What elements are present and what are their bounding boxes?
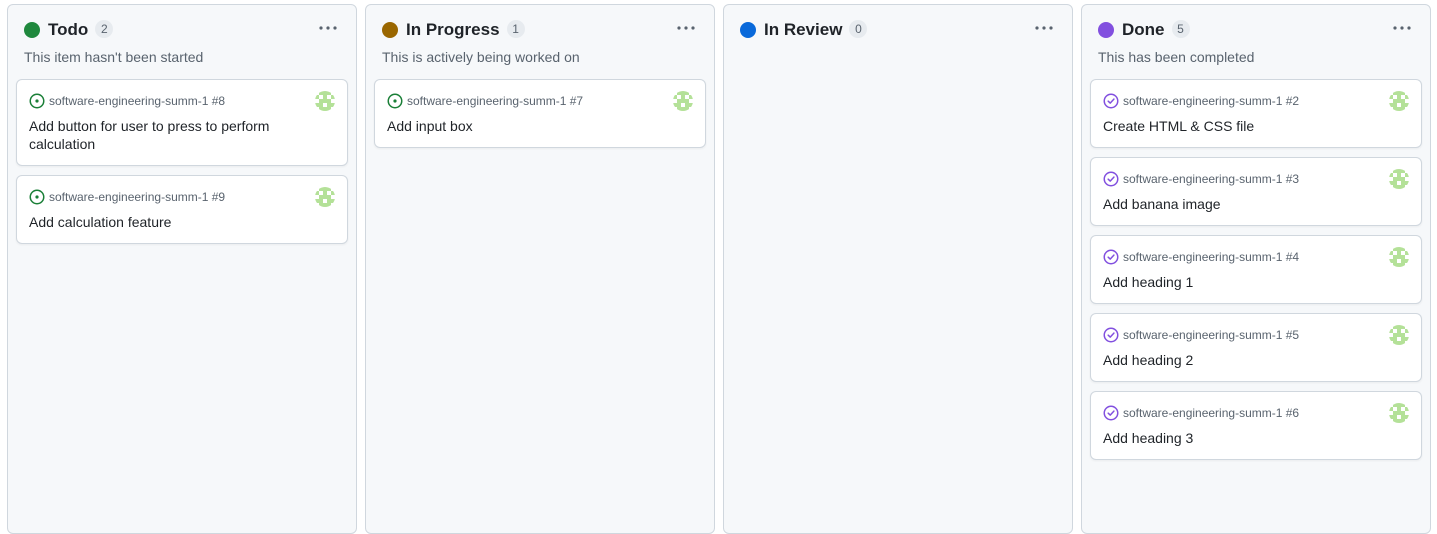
issue-open-icon <box>29 93 45 109</box>
count-badge: 5 <box>1171 20 1190 38</box>
repo-reference[interactable]: software-engineering-summ-1 #8 <box>49 93 225 109</box>
more-options-button[interactable] <box>1032 21 1056 41</box>
repo-reference[interactable]: software-engineering-summ-1 #5 <box>1123 327 1299 343</box>
issue-card[interactable]: software-engineering-summ-1 #8 Add butto… <box>16 79 348 166</box>
repo-reference[interactable]: software-engineering-summ-1 #6 <box>1123 405 1299 421</box>
card-title[interactable]: Add input box <box>387 117 665 135</box>
repo-reference[interactable]: software-engineering-summ-1 #4 <box>1123 249 1299 265</box>
assignee-avatar[interactable] <box>1389 325 1409 345</box>
assignee-avatar[interactable] <box>673 91 693 111</box>
card-title[interactable]: Add button for user to press to perform … <box>29 117 307 153</box>
issue-closed-icon <box>1103 171 1119 187</box>
more-options-button[interactable] <box>1390 21 1414 41</box>
issue-closed-icon <box>1103 249 1119 265</box>
kebab-horizontal-icon <box>677 26 695 30</box>
column-header: Todo 2 This item hasn't been started <box>8 5 356 75</box>
kebab-horizontal-icon <box>1393 26 1411 30</box>
issue-closed-icon <box>1103 405 1119 421</box>
project-board: Todo 2 This item hasn't been started soft… <box>0 0 1437 534</box>
status-dot <box>382 22 398 38</box>
more-options-button[interactable] <box>674 21 698 41</box>
identicon-avatar-icon <box>1389 247 1409 267</box>
column-title: Todo 2 <box>48 19 114 41</box>
card-meta: software-engineering-summ-1 #7 <box>387 92 665 110</box>
identicon-avatar-icon <box>673 91 693 111</box>
identicon-avatar-icon <box>315 187 335 207</box>
identicon-avatar-icon <box>1389 325 1409 345</box>
issue-closed-icon <box>1103 327 1119 343</box>
column-header: Done 5 This has been completed <box>1082 5 1430 75</box>
card-title[interactable]: Add heading 2 <box>1103 351 1381 369</box>
column-in-review: In Review 0 <box>723 4 1073 534</box>
status-dot <box>24 22 40 38</box>
assignee-avatar[interactable] <box>1389 91 1409 111</box>
card-meta: software-engineering-summ-1 #3 <box>1103 170 1381 188</box>
column-title: Done 5 <box>1122 19 1190 41</box>
count-badge: 1 <box>506 20 525 38</box>
card-title[interactable]: Add heading 3 <box>1103 429 1381 447</box>
status-dot <box>740 22 756 38</box>
column-header: In Progress 1 This is actively being work… <box>366 5 714 75</box>
card-meta: software-engineering-summ-1 #8 <box>29 92 307 110</box>
more-options-button[interactable] <box>316 21 340 41</box>
card-meta: software-engineering-summ-1 #4 <box>1103 248 1381 266</box>
card-title[interactable]: Add calculation feature <box>29 213 307 231</box>
issue-card[interactable]: software-engineering-summ-1 #7 Add input… <box>374 79 706 148</box>
column-todo: Todo 2 This item hasn't been started soft… <box>7 4 357 534</box>
issue-card[interactable]: software-engineering-summ-1 #9 Add calcu… <box>16 175 348 244</box>
column-title: In Progress 1 <box>406 19 525 41</box>
issue-card[interactable]: software-engineering-summ-1 #4 Add headi… <box>1090 235 1422 304</box>
identicon-avatar-icon <box>1389 91 1409 111</box>
card-list: software-engineering-summ-1 #7 Add input… <box>374 79 706 148</box>
card-meta: software-engineering-summ-1 #6 <box>1103 404 1381 422</box>
column-header: In Review 0 <box>724 5 1072 75</box>
identicon-avatar-icon <box>1389 403 1409 423</box>
card-title[interactable]: Add heading 1 <box>1103 273 1381 291</box>
count-badge: 0 <box>849 20 868 38</box>
column-description: This item hasn't been started <box>24 49 204 65</box>
status-dot <box>1098 22 1114 38</box>
issue-open-icon <box>387 93 403 109</box>
repo-reference[interactable]: software-engineering-summ-1 #7 <box>407 93 583 109</box>
issue-card[interactable]: software-engineering-summ-1 #3 Add banan… <box>1090 157 1422 226</box>
assignee-avatar[interactable] <box>315 187 335 207</box>
card-meta: software-engineering-summ-1 #5 <box>1103 326 1381 344</box>
kebab-horizontal-icon <box>1035 26 1053 30</box>
identicon-avatar-icon <box>315 91 335 111</box>
issue-open-icon <box>29 189 45 205</box>
assignee-avatar[interactable] <box>1389 169 1409 189</box>
column-title: In Review 0 <box>764 19 868 41</box>
identicon-avatar-icon <box>1389 169 1409 189</box>
card-list: software-engineering-summ-1 #2 Create HT… <box>1090 79 1422 460</box>
issue-card[interactable]: software-engineering-summ-1 #6 Add headi… <box>1090 391 1422 460</box>
card-meta: software-engineering-summ-1 #9 <box>29 188 307 206</box>
column-description: This has been completed <box>1098 49 1255 65</box>
assignee-avatar[interactable] <box>1389 247 1409 267</box>
card-title[interactable]: Add banana image <box>1103 195 1381 213</box>
card-title[interactable]: Create HTML & CSS file <box>1103 117 1381 135</box>
assignee-avatar[interactable] <box>1389 403 1409 423</box>
repo-reference[interactable]: software-engineering-summ-1 #3 <box>1123 171 1299 187</box>
card-list: software-engineering-summ-1 #8 Add butto… <box>16 79 348 244</box>
assignee-avatar[interactable] <box>315 91 335 111</box>
column-done: Done 5 This has been completed software-e… <box>1081 4 1431 534</box>
issue-card[interactable]: software-engineering-summ-1 #2 Create HT… <box>1090 79 1422 148</box>
count-badge: 2 <box>95 20 114 38</box>
column-description: This is actively being worked on <box>382 49 580 65</box>
column-in-progress: In Progress 1 This is actively being work… <box>365 4 715 534</box>
card-meta: software-engineering-summ-1 #2 <box>1103 92 1381 110</box>
repo-reference[interactable]: software-engineering-summ-1 #9 <box>49 189 225 205</box>
kebab-horizontal-icon <box>319 26 337 30</box>
issue-card[interactable]: software-engineering-summ-1 #5 Add headi… <box>1090 313 1422 382</box>
repo-reference[interactable]: software-engineering-summ-1 #2 <box>1123 93 1299 109</box>
issue-closed-icon <box>1103 93 1119 109</box>
